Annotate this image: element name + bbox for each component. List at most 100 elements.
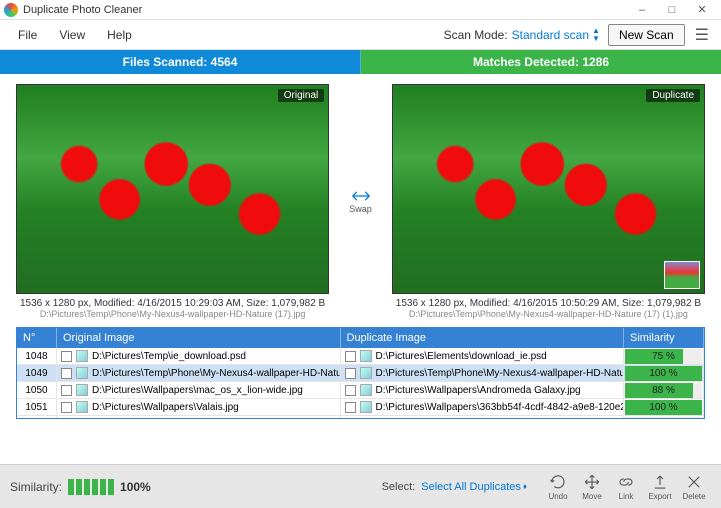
- table-row[interactable]: 1048D:\Pictures\Temp\ie_download.psdD:\P…: [17, 348, 704, 365]
- checkbox[interactable]: [345, 368, 356, 379]
- files-scanned-value: 4564: [211, 55, 238, 69]
- titlebar: Duplicate Photo Cleaner – □ ✕: [0, 0, 721, 20]
- matches-detected-panel: Matches Detected: 1286: [361, 50, 721, 74]
- footer-bar: Similarity: 100% Select: Select All Dupl…: [0, 464, 721, 508]
- cell-duplicate: D:\Pictures\Wallpapers\363bb54f-4cdf-484…: [341, 399, 625, 415]
- menubar: File View Help Scan Mode: Standard scan …: [0, 20, 721, 50]
- link-icon: [617, 473, 635, 491]
- cell-original: D:\Pictures\Temp\Phone\My-Nexus4-wallpap…: [57, 365, 341, 381]
- menu-help[interactable]: Help: [97, 24, 142, 46]
- header-similarity[interactable]: Similarity: [624, 328, 704, 348]
- files-scanned-panel: Files Scanned: 4564: [0, 50, 361, 74]
- new-scan-button[interactable]: New Scan: [608, 24, 685, 46]
- table-body: 1048D:\Pictures\Temp\ie_download.psdD:\P…: [17, 348, 704, 418]
- cell-duplicate: D:\Pictures\Wallpapers\4571717_0631_45b0…: [341, 416, 625, 418]
- original-column: Original 1536 x 1280 px, Modified: 4/16/…: [16, 84, 329, 319]
- close-button[interactable]: ✕: [687, 0, 717, 20]
- thumb-icon: [360, 367, 372, 379]
- swap-button[interactable]: Swap: [349, 189, 372, 214]
- move-icon: [583, 473, 601, 491]
- export-icon: [651, 473, 669, 491]
- thumb-icon: [76, 350, 88, 362]
- checkbox[interactable]: [61, 368, 72, 379]
- cell-similarity: 75 %: [624, 348, 704, 364]
- swap-icon: [351, 189, 371, 203]
- swap-label: Swap: [349, 204, 372, 214]
- duplicate-meta-text: 1536 x 1280 px, Modified: 4/16/2015 10:5…: [392, 298, 705, 309]
- checkbox[interactable]: [345, 385, 356, 396]
- similarity-label: Similarity:: [10, 480, 62, 494]
- checkbox[interactable]: [61, 402, 72, 413]
- cell-similarity: 100 %: [624, 365, 704, 381]
- scan-mode-selector[interactable]: Standard scan ▲▼: [512, 27, 600, 43]
- select-dropdown[interactable]: Select All Duplicates ♦: [421, 481, 527, 493]
- cell-similarity: 88 %: [624, 382, 704, 398]
- undo-button[interactable]: Undo: [541, 473, 575, 501]
- preview-panel: Original 1536 x 1280 px, Modified: 4/16/…: [0, 74, 721, 321]
- thumb-icon: [360, 401, 372, 413]
- cell-no: 1049: [17, 365, 57, 381]
- table-header: N° Original Image Duplicate Image Simila…: [17, 328, 704, 348]
- duplicate-meta: 1536 x 1280 px, Modified: 4/16/2015 10:5…: [392, 294, 705, 319]
- table-row[interactable]: 1052D:\Pictures\Wallpapers\Yumiko.jpgD:\…: [17, 416, 704, 418]
- undo-icon: [549, 473, 567, 491]
- original-path: D:\Pictures\Temp\Phone\My-Nexus4-wallpap…: [16, 309, 329, 319]
- select-value: Select All Duplicates: [421, 481, 521, 493]
- updown-icon: ♦: [523, 482, 527, 491]
- select-label: Select:: [382, 481, 416, 493]
- scan-mode-value: Standard scan: [512, 28, 589, 42]
- thumb-icon: [76, 401, 88, 413]
- thumbnail-inset[interactable]: [664, 261, 700, 289]
- thumb-icon: [76, 367, 88, 379]
- duplicate-path: D:\Pictures\Temp\Phone\My-Nexus4-wallpap…: [392, 309, 705, 319]
- checkbox[interactable]: [345, 402, 356, 413]
- menu-file[interactable]: File: [8, 24, 47, 46]
- cell-original: D:\Pictures\Wallpapers\Yumiko.jpg: [57, 416, 341, 418]
- cell-duplicate: D:\Pictures\Wallpapers\Andromeda Galaxy.…: [341, 382, 625, 398]
- scan-mode-label: Scan Mode:: [444, 28, 508, 42]
- cell-original: D:\Pictures\Wallpapers\mac_os_x_lion-wid…: [57, 382, 341, 398]
- checkbox[interactable]: [61, 385, 72, 396]
- export-button[interactable]: Export: [643, 473, 677, 501]
- thumb-icon: [360, 384, 372, 396]
- header-no[interactable]: N°: [17, 328, 57, 348]
- results-table: N° Original Image Duplicate Image Simila…: [16, 327, 705, 419]
- header-original[interactable]: Original Image: [57, 328, 341, 348]
- cell-no: 1050: [17, 382, 57, 398]
- original-tag: Original: [278, 89, 324, 102]
- original-image[interactable]: Original: [16, 84, 329, 294]
- checkbox[interactable]: [61, 351, 72, 362]
- duplicate-column: Duplicate 1536 x 1280 px, Modified: 4/16…: [392, 84, 705, 319]
- matches-detected-label: Matches Detected:: [473, 55, 579, 69]
- cell-duplicate: D:\Pictures\Temp\Phone\My-Nexus4-wallpap…: [341, 365, 625, 381]
- thumb-icon: [360, 350, 372, 362]
- cell-similarity: [624, 416, 704, 418]
- hamburger-menu-icon[interactable]: ☰: [691, 25, 713, 45]
- app-title: Duplicate Photo Cleaner: [23, 4, 627, 16]
- duplicate-image[interactable]: Duplicate: [392, 84, 705, 294]
- files-scanned-label: Files Scanned:: [123, 55, 208, 69]
- table-row[interactable]: 1050D:\Pictures\Wallpapers\mac_os_x_lion…: [17, 382, 704, 399]
- original-meta: 1536 x 1280 px, Modified: 4/16/2015 10:2…: [16, 294, 329, 319]
- delete-icon: [685, 473, 703, 491]
- cell-no: 1048: [17, 348, 57, 364]
- table-row[interactable]: 1051D:\Pictures\Wallpapers\Valais.jpgD:\…: [17, 399, 704, 416]
- maximize-button[interactable]: □: [657, 0, 687, 20]
- thumb-icon: [76, 384, 88, 396]
- duplicate-tag: Duplicate: [646, 89, 700, 102]
- status-row: Files Scanned: 4564 Matches Detected: 12…: [0, 50, 721, 74]
- move-button[interactable]: Move: [575, 473, 609, 501]
- table-row[interactable]: 1049D:\Pictures\Temp\Phone\My-Nexus4-wal…: [17, 365, 704, 382]
- menu-view[interactable]: View: [49, 24, 95, 46]
- updown-icon: ▲▼: [592, 27, 600, 43]
- matches-detected-value: 1286: [582, 55, 609, 69]
- cell-no: 1052: [17, 416, 57, 418]
- checkbox[interactable]: [345, 351, 356, 362]
- delete-button[interactable]: Delete: [677, 473, 711, 501]
- header-duplicate[interactable]: Duplicate Image: [341, 328, 625, 348]
- similarity-percent: 100%: [120, 480, 151, 494]
- link-button[interactable]: Link: [609, 473, 643, 501]
- cell-duplicate: D:\Pictures\Elements\download_ie.psd: [341, 348, 625, 364]
- minimize-button[interactable]: –: [627, 0, 657, 20]
- cell-original: D:\Pictures\Temp\ie_download.psd: [57, 348, 341, 364]
